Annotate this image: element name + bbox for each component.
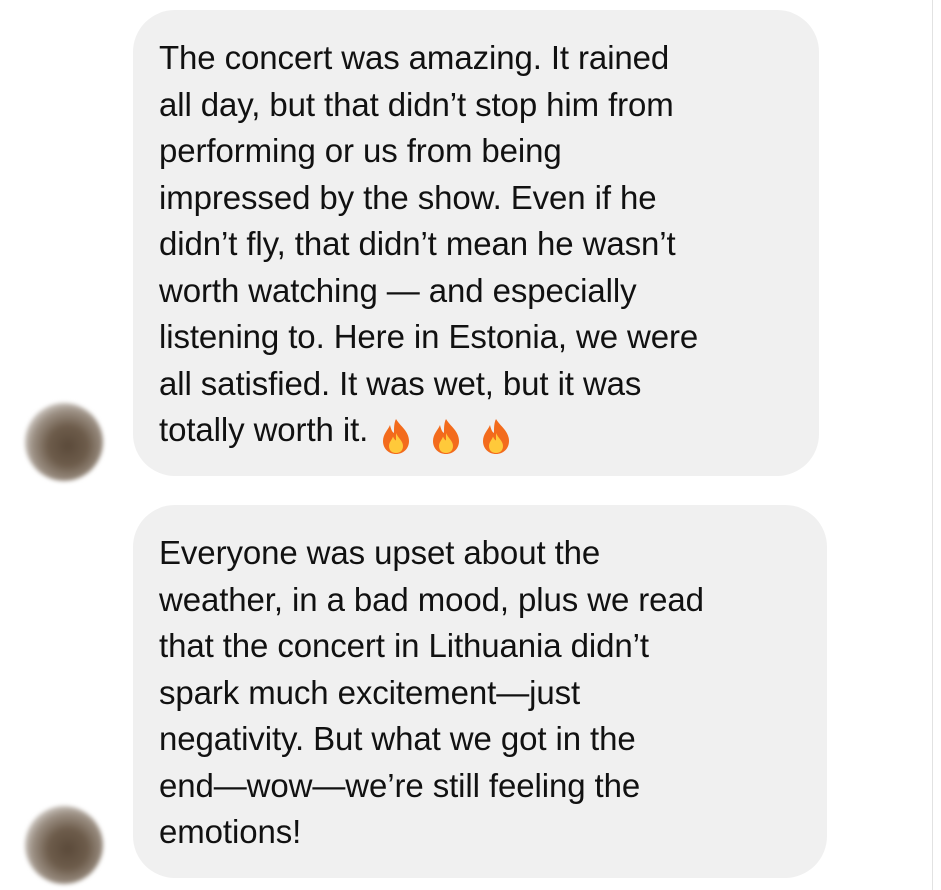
message-line: weather, in a bad mood, plus we read [159,580,704,618]
message-line: emotions! [159,813,302,850]
chat-thread: The concert was amazing. It rained all d… [0,0,941,890]
fire-icon [433,419,460,455]
message-line: didn’t fly, that didn’t mean he wasn’t [159,225,676,262]
message-line: listening to. Here in Estonia, we were [159,318,699,355]
message-line: spark much excitement—just [159,673,581,711]
message-line: end—wow—we’re still feeling the [159,766,641,804]
sender-avatar[interactable] [25,806,103,884]
message-line: impressed by the show. Even if he [159,178,657,216]
sender-avatar[interactable] [25,403,103,481]
message-line: performing or us from being [159,132,562,169]
message-bubble[interactable]: The concert was amazing. It rained all d… [133,10,819,476]
message-line: The concert was amazing. It rained [159,39,670,76]
message-line-last: totally worth it. [159,407,795,458]
message-line: Everyone was upset about the [159,534,601,571]
message-line: negativity. But what we got in the [159,720,636,757]
message-line: all satisfied. It was wet, but it was [159,364,642,402]
message-line-text: totally worth it. [159,411,369,448]
scroll-edge [932,0,933,890]
fire-emoji-group [376,411,526,458]
message-line: that the concert in Lithuania didn’t [159,627,649,664]
message-line: worth watching — and especially [159,271,637,309]
message-bubble[interactable]: Everyone was upset about the weather, in… [133,505,827,878]
message-line: all day, but that didn’t stop him from [159,85,674,123]
fire-icon [383,419,410,455]
fire-icon [483,419,510,455]
